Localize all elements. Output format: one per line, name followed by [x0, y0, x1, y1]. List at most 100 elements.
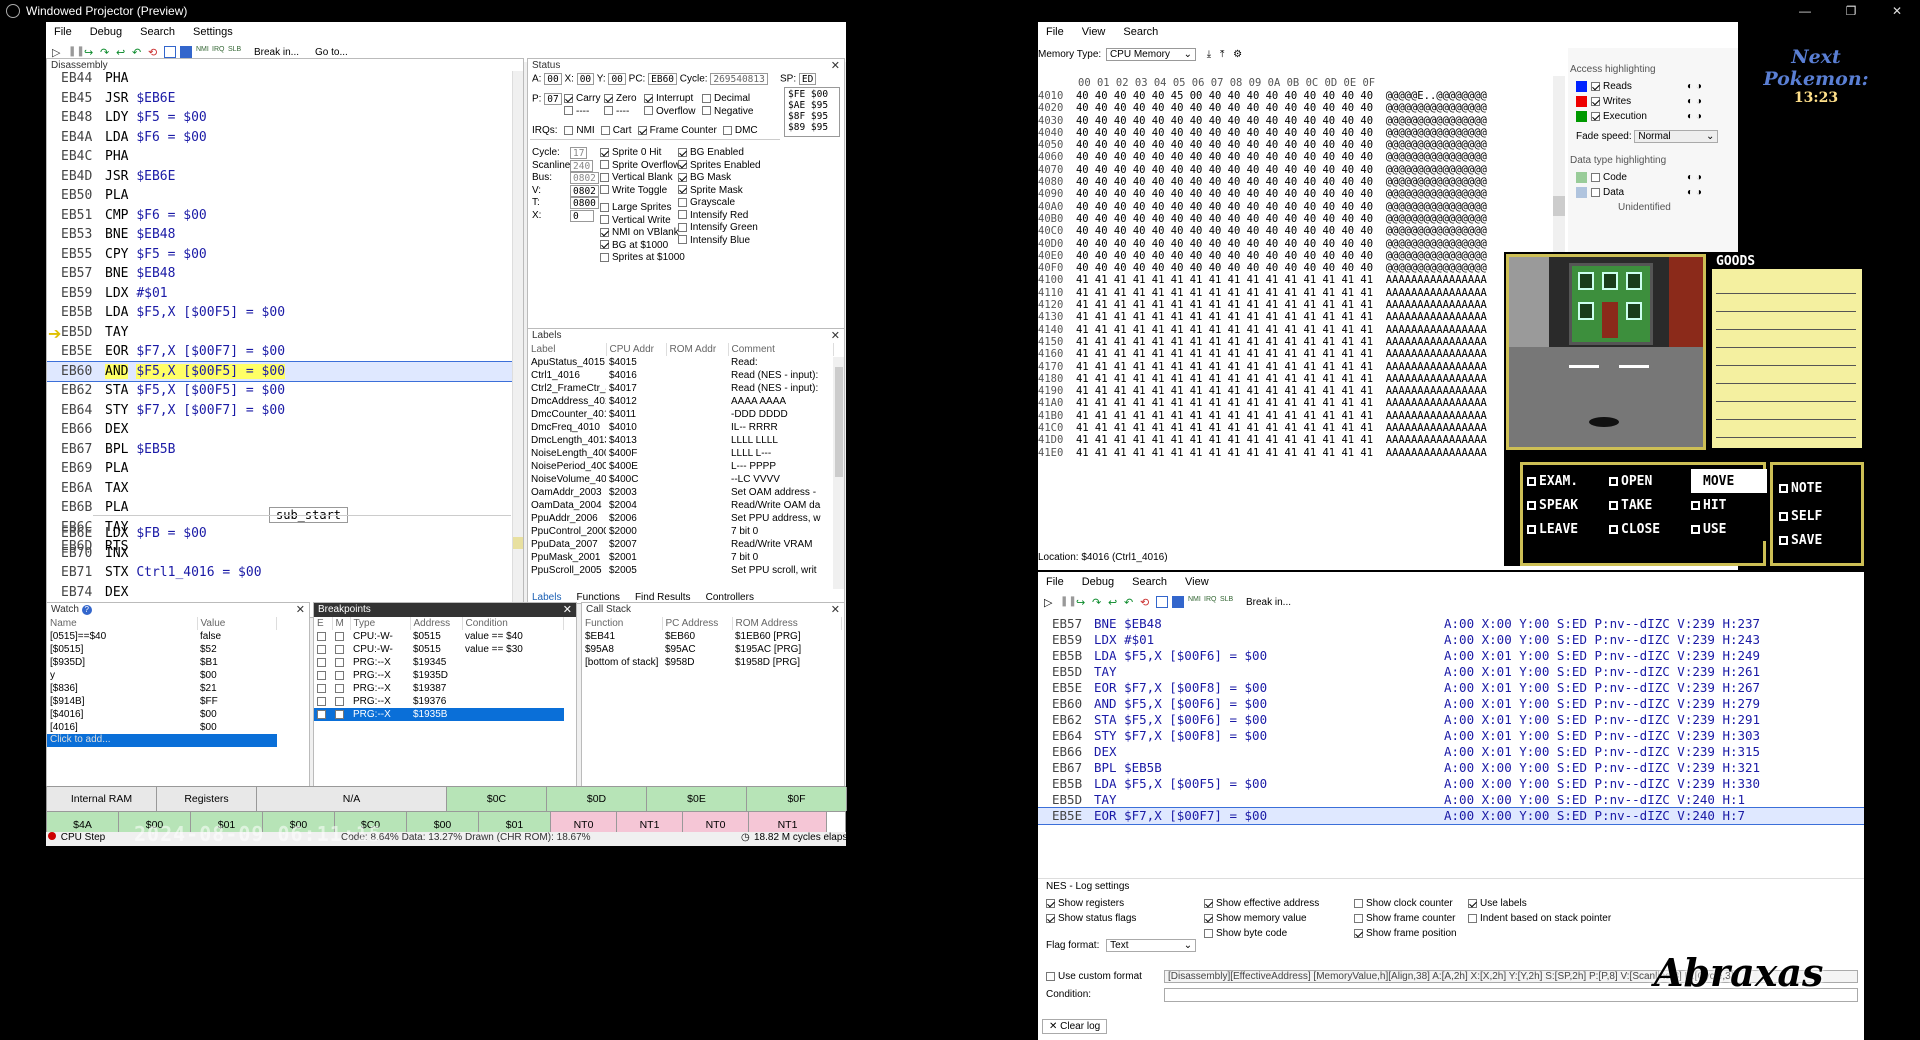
irq-flag[interactable]: DMC: [722, 125, 758, 136]
ppu-flag-checkbox[interactable]: [678, 160, 687, 170]
command-close-button[interactable]: CLOSE: [1609, 517, 1691, 541]
disassembly-line[interactable]: EB5E EOR $F7,X [$00F7] = $00: [47, 342, 512, 362]
ppu-v[interactable]: 0802: [570, 184, 599, 197]
trace-log[interactable]: EB57 BNE $EB48 A:00 X:00 Y:00 S:ED P:nv--d…: [1038, 616, 1864, 832]
break-on-icon[interactable]: SLB: [228, 46, 241, 58]
label-row[interactable]: ApuStatus_4015 $4015 Read:: [528, 356, 833, 369]
ppu-flag[interactable]: Sprites Enabled: [678, 160, 761, 173]
cpu-flag[interactable]: Carry: [564, 93, 604, 106]
custom-format-checkbox[interactable]: [1046, 971, 1055, 981]
hex-row[interactable]: 41B0 41 41 41 41 41 41 41 41 41 41 41 41…: [1038, 410, 1546, 422]
ppu-flag-checkbox[interactable]: [678, 147, 687, 157]
watch-row[interactable]: y $00: [47, 669, 277, 682]
disassembly-line[interactable]: EB5B LDA $F5,X [$00F5] = $00: [47, 303, 512, 323]
clear-log-button[interactable]: ✕ Clear log: [1042, 1019, 1108, 1034]
color-swatch[interactable]: [1576, 187, 1587, 198]
hex-bytes[interactable]: 40 40 40 40 40 40 40 40 40 40 40 40 40 4…: [1076, 225, 1386, 237]
trace-line[interactable]: EB59 LDX #$01 A:00 X:00 Y:00 S:ED P:nv--dI…: [1038, 632, 1864, 648]
log-option-checkbox[interactable]: [1354, 898, 1363, 908]
hex-row[interactable]: 40A0 40 40 40 40 40 40 40 40 40 40 40 40…: [1038, 201, 1546, 213]
hex-row[interactable]: 4010 40 40 40 40 40 45 00 40 40 40 40 40…: [1038, 90, 1546, 102]
step-over-icon[interactable]: ↷: [1092, 596, 1104, 609]
log-option-checkbox[interactable]: [1354, 913, 1363, 923]
breakpoint-row[interactable]: PRG:--X $19376: [314, 695, 564, 708]
map-na[interactable]: N/A: [257, 787, 447, 811]
label-row[interactable]: DmcLength_4013 $4013 LLLL LLLL: [528, 434, 833, 447]
mark-checkbox[interactable]: [335, 657, 344, 667]
label-row[interactable]: PpuControl_2000 $2000 7 bit 0: [528, 525, 833, 538]
menu-settings[interactable]: Settings: [193, 26, 233, 38]
datatype-checkbox[interactable]: [1591, 173, 1600, 182]
hex-bytes[interactable]: 41 41 41 41 41 41 41 41 41 41 41 41 41 4…: [1076, 385, 1386, 397]
disassembly-line[interactable]: EB67 BPL $EB5B: [47, 440, 512, 460]
hex-row[interactable]: 4080 40 40 40 40 40 40 40 40 40 40 40 40…: [1038, 176, 1546, 188]
reg-pc[interactable]: EB60: [648, 73, 678, 85]
log-option-checkbox[interactable]: [1046, 913, 1055, 923]
trace-line[interactable]: EB64 STY $F7,X [$00F8] = $00 A:00 X:01 Y:0…: [1038, 728, 1864, 744]
map-bank-0f[interactable]: $0F: [747, 787, 847, 811]
close-icon[interactable]: ✕: [831, 603, 840, 616]
cpu-flag[interactable]: Decimal: [702, 93, 760, 106]
hex-bytes[interactable]: 40 40 40 40 40 40 40 40 40 40 40 40 40 4…: [1076, 176, 1386, 188]
hex-bytes[interactable]: 41 41 41 41 41 41 41 41 41 41 41 41 41 4…: [1076, 410, 1386, 422]
help-icon[interactable]: ?: [81, 605, 92, 615]
note-button[interactable]: NOTE: [1779, 473, 1859, 503]
log-option[interactable]: Show registers: [1046, 898, 1124, 909]
command-take-button[interactable]: TAKE: [1609, 493, 1691, 517]
flag-format-select[interactable]: Text ⌄: [1106, 939, 1197, 952]
color-swatch[interactable]: [1576, 81, 1587, 92]
cycle-color-icon[interactable]: ◐ ◑: [1687, 187, 1702, 198]
hex-bytes[interactable]: 40 40 40 40 40 40 40 40 40 40 40 40 40 4…: [1076, 213, 1386, 225]
cycle-color-icon[interactable]: ◐ ◑: [1687, 96, 1702, 107]
command-hit-button[interactable]: HIT: [1691, 493, 1767, 517]
hex-bytes[interactable]: 41 41 41 41 41 41 41 41 41 41 41 41 41 4…: [1076, 397, 1386, 409]
menu-view[interactable]: View: [1185, 576, 1209, 588]
cpu-flag[interactable]: Interrupt: [644, 93, 702, 106]
ppu-flag-checkbox[interactable]: [600, 147, 609, 157]
disassembly-line[interactable]: EB62 STA $F5,X [$00F5] = $00: [47, 381, 512, 401]
ppu-flag-checkbox[interactable]: [600, 202, 609, 212]
reg-p[interactable]: 07: [544, 93, 562, 105]
nmi-break-icon[interactable]: NMI: [1188, 596, 1201, 608]
hex-bytes[interactable]: 40 40 40 40 40 40 40 40 40 40 40 40 40 4…: [1076, 151, 1386, 163]
reg-sp[interactable]: ED: [798, 73, 817, 85]
export-icon[interactable]: ⤒: [1220, 49, 1224, 60]
breakpoint-row[interactable]: PRG:--X $19387: [314, 682, 564, 695]
memory-type-select[interactable]: CPU Memory ⌄: [1105, 48, 1196, 61]
disassembly-line[interactable]: EB45 JSR $EB6E: [47, 89, 512, 109]
step-into-icon[interactable]: ↪: [1076, 596, 1088, 609]
cpu-flag[interactable]: ----: [564, 106, 604, 119]
hex-bytes[interactable]: 41 41 41 41 41 41 41 41 41 41 41 41 41 4…: [1076, 434, 1386, 446]
continue-icon[interactable]: ▷: [52, 46, 64, 59]
command-move-button[interactable]: MOVE: [1691, 469, 1767, 493]
disassembly-line[interactable]: EB53 BNE $EB48: [47, 225, 512, 245]
watch-row[interactable]: [$0515] $52: [47, 643, 277, 656]
flag-checkbox[interactable]: [564, 106, 573, 116]
color-swatch[interactable]: [1576, 96, 1587, 107]
flag-checkbox[interactable]: [604, 93, 613, 103]
ppu-flag[interactable]: NMI on VBlank: [600, 227, 685, 240]
watch-add-row[interactable]: Click to add...: [47, 734, 277, 747]
close-icon[interactable]: ✕: [296, 603, 305, 616]
log-option-checkbox[interactable]: [1468, 913, 1477, 923]
command-open-button[interactable]: OPEN: [1609, 469, 1691, 493]
log-option[interactable]: Show frame position: [1354, 928, 1457, 939]
hex-row[interactable]: 40F0 40 40 40 40 40 40 40 40 40 40 40 40…: [1038, 262, 1546, 274]
trace-line[interactable]: EB5E EOR $F7,X [$00F8] = $00 A:00 X:01 Y:0…: [1038, 680, 1864, 696]
close-window-button[interactable]: ✕: [1874, 0, 1920, 22]
hex-bytes[interactable]: 40 40 40 40 40 40 40 40 40 40 40 40 40 4…: [1076, 188, 1386, 200]
ppu-flag-checkbox[interactable]: [600, 160, 609, 170]
ppu-x[interactable]: 0: [570, 209, 594, 222]
breakpoint-row[interactable]: CPU:-W- $0515 value == $40: [314, 630, 564, 643]
ppu-flag[interactable]: Sprite 0 Hit: [600, 147, 685, 160]
map-bank-0c[interactable]: $0C: [447, 787, 547, 811]
trace-line[interactable]: EB5B LDA $F5,X [$00F5] = $00 A:00 X:00 Y:0…: [1038, 776, 1864, 792]
mark-checkbox[interactable]: [335, 644, 344, 654]
hex-row[interactable]: 40D0 40 40 40 40 40 40 40 40 40 40 40 40…: [1038, 238, 1546, 250]
hex-row[interactable]: 4140 41 41 41 41 41 41 41 41 41 41 41 41…: [1038, 324, 1546, 336]
enabled-checkbox[interactable]: [317, 644, 326, 654]
ppu-flag-checkbox[interactable]: [600, 240, 609, 250]
hex-row[interactable]: 41E0 41 41 41 41 41 41 41 41 41 41 41 41…: [1038, 447, 1546, 459]
hex-row[interactable]: 41A0 41 41 41 41 41 41 41 41 41 41 41 41…: [1038, 397, 1546, 409]
flag-checkbox[interactable]: [564, 93, 573, 103]
